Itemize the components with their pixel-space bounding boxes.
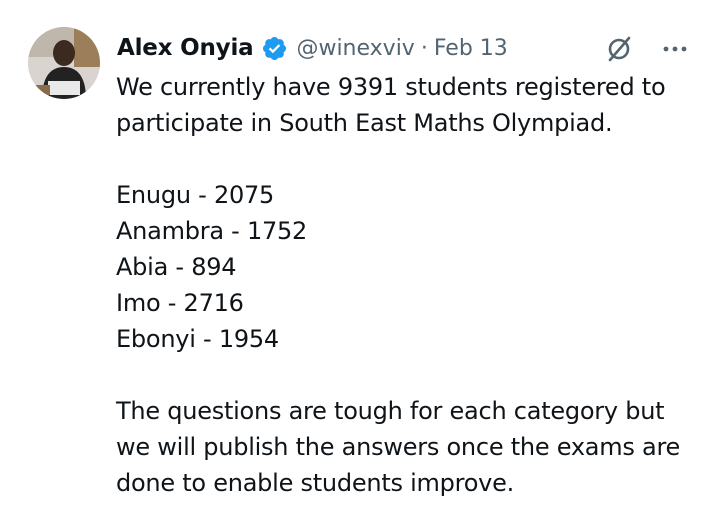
author-handle[interactable]: @winexviv (296, 36, 414, 61)
state-count-imo: Imo - 2716 (116, 289, 244, 317)
author-display-name[interactable]: Alex Onyia (117, 35, 254, 61)
tweet-text-line: we will publish the answers once the exa… (116, 433, 681, 461)
grok-icon[interactable] (602, 32, 636, 66)
state-count-anambra: Anambra - 1752 (116, 217, 308, 245)
tweet-text: We currently have 9391 students register… (116, 69, 706, 501)
tweet-text-line: The questions are tough for each categor… (116, 397, 665, 425)
paragraph-break (116, 141, 706, 177)
paragraph-break (116, 357, 706, 393)
state-count-enugu: Enugu - 2075 (116, 181, 275, 209)
verified-badge-icon[interactable] (261, 35, 288, 62)
more-options-icon[interactable] (658, 32, 692, 66)
state-count-ebonyi: Ebonyi - 1954 (116, 325, 279, 353)
tweet-date[interactable]: Feb 13 (434, 36, 508, 61)
tweet[interactable]: Alex Onyia @winexviv · Feb 13 We current… (0, 0, 720, 506)
avatar[interactable] (28, 27, 100, 99)
tweet-actions (602, 32, 692, 66)
avatar-photo (28, 27, 100, 99)
tweet-text-line: We currently have 9391 students register… (116, 73, 666, 101)
state-count-abia: Abia - 894 (116, 253, 237, 281)
tweet-text-line: done to enable students improve. (116, 469, 515, 497)
tweet-header: Alex Onyia @winexviv · Feb 13 (117, 31, 508, 65)
separator-dot: · (420, 35, 428, 61)
tweet-text-line: participate in South East Maths Olympiad… (116, 109, 613, 137)
